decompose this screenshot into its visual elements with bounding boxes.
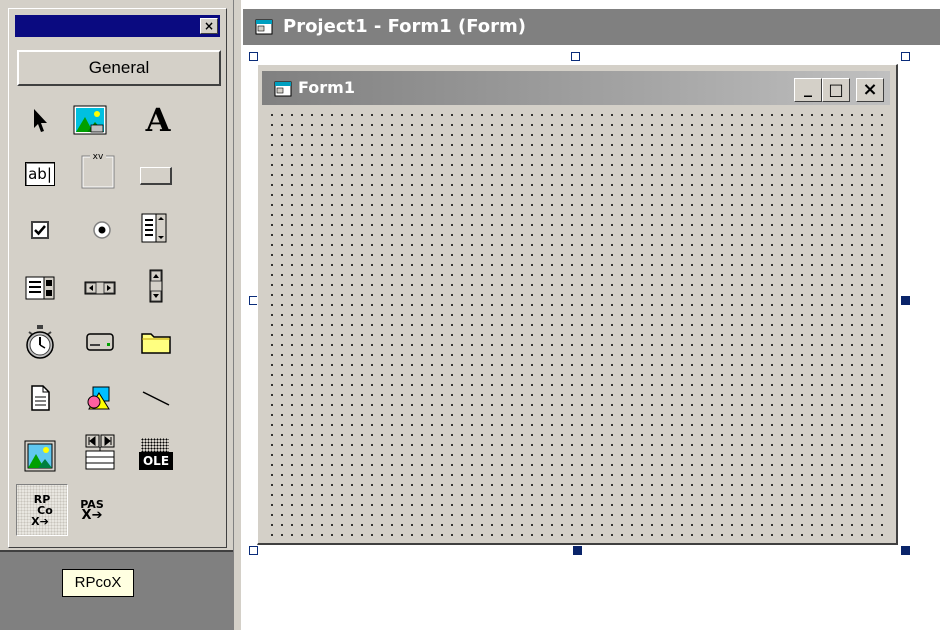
hscrollbar-tool[interactable] bbox=[78, 266, 122, 310]
label-icon: A bbox=[145, 101, 171, 139]
listbox-icon bbox=[25, 276, 55, 300]
form-window-icon bbox=[255, 19, 273, 35]
vscrollbar-tool[interactable] bbox=[134, 264, 178, 308]
maximize-icon: □ bbox=[828, 80, 844, 99]
frame-tool[interactable]: xv bbox=[76, 148, 120, 192]
combobox-icon bbox=[141, 213, 167, 243]
picturebox-tool[interactable] bbox=[68, 98, 112, 142]
designer-titlebar[interactable]: Project1 - Form1 (Form) bbox=[243, 9, 940, 45]
form-icon bbox=[274, 81, 292, 97]
resize-handle-top bbox=[571, 52, 580, 61]
resize-handle-bottom-left bbox=[249, 546, 258, 555]
drivelistbox-tool[interactable] bbox=[78, 320, 122, 364]
minimize-button[interactable]: _ bbox=[794, 78, 822, 102]
panel-splitter[interactable] bbox=[233, 0, 241, 630]
pointer-tool[interactable] bbox=[18, 98, 62, 142]
drive-icon bbox=[86, 333, 114, 351]
pasx-icon: PAS X➔ bbox=[80, 498, 104, 523]
resize-handle-right[interactable] bbox=[901, 296, 910, 305]
svg-text:xv: xv bbox=[93, 152, 104, 162]
textbox-tool[interactable]: ab| bbox=[18, 152, 62, 196]
shape-icon bbox=[87, 386, 110, 410]
minimize-icon: _ bbox=[804, 78, 812, 97]
timer-tool[interactable] bbox=[18, 320, 62, 364]
vscrollbar-icon bbox=[149, 269, 163, 303]
close-icon: × bbox=[862, 79, 878, 100]
resize-handle-bottom[interactable] bbox=[573, 546, 582, 555]
listbox-tool[interactable] bbox=[18, 266, 62, 310]
data-icon bbox=[85, 434, 115, 470]
toolbox-titlebar[interactable]: × bbox=[15, 15, 220, 37]
shape-tool[interactable] bbox=[78, 376, 122, 420]
resize-handle-bottom-right[interactable] bbox=[901, 546, 910, 555]
line-icon bbox=[142, 391, 170, 406]
close-button[interactable]: × bbox=[856, 78, 884, 102]
maximize-button[interactable]: □ bbox=[822, 78, 850, 102]
image-tool[interactable] bbox=[18, 434, 62, 478]
tooltip: RPcoX bbox=[62, 569, 134, 597]
designer-title: Project1 - Form1 (Form) bbox=[283, 16, 526, 37]
folder-icon bbox=[141, 333, 171, 354]
filelistbox-tool[interactable] bbox=[18, 376, 62, 420]
form-titlebar[interactable]: Form1 _ □ × bbox=[262, 71, 890, 105]
commandbutton-icon bbox=[140, 167, 172, 185]
data-tool[interactable] bbox=[78, 430, 122, 474]
checkbox-tool[interactable] bbox=[18, 208, 62, 252]
optionbutton-tool[interactable] bbox=[80, 208, 124, 252]
line-tool[interactable] bbox=[134, 376, 178, 420]
resize-handle-top-left bbox=[249, 52, 258, 61]
file-icon bbox=[31, 385, 50, 411]
form-window[interactable]: Form1 _ □ × bbox=[257, 64, 898, 545]
ole-tool[interactable]: OLE bbox=[134, 432, 178, 476]
checkbox-icon bbox=[31, 221, 49, 239]
label-tool[interactable]: A bbox=[136, 98, 180, 142]
image-icon bbox=[24, 440, 56, 472]
optionbutton-icon bbox=[93, 221, 111, 239]
rpcox-icon: RP Co X➔ bbox=[31, 492, 53, 528]
form-design-surface[interactable] bbox=[264, 107, 889, 538]
resize-handle-top-right bbox=[901, 52, 910, 61]
rpcox-tool[interactable]: RP Co X➔ bbox=[16, 484, 68, 536]
timer-icon bbox=[26, 325, 54, 359]
hscrollbar-icon bbox=[84, 281, 116, 295]
form-title: Form1 bbox=[298, 78, 355, 97]
textbox-icon: ab| bbox=[25, 162, 55, 186]
picturebox-icon bbox=[73, 105, 107, 135]
close-icon: × bbox=[203, 19, 215, 33]
combobox-tool[interactable] bbox=[132, 206, 176, 250]
ole-icon: OLE bbox=[139, 438, 173, 470]
toolbox-close-button[interactable]: × bbox=[200, 18, 218, 34]
pointer-icon bbox=[34, 109, 47, 132]
commandbutton-tool[interactable] bbox=[134, 154, 178, 198]
dirlistbox-tool[interactable] bbox=[134, 320, 178, 364]
toolbox-tab-general[interactable]: General bbox=[17, 50, 221, 86]
pasx-tool[interactable]: PAS X➔ bbox=[70, 488, 114, 532]
toolbox-panel: × General A ab| xv OLE RP Co X➔ PAS X➔ R… bbox=[0, 0, 233, 630]
frame-icon: xv bbox=[81, 151, 115, 189]
